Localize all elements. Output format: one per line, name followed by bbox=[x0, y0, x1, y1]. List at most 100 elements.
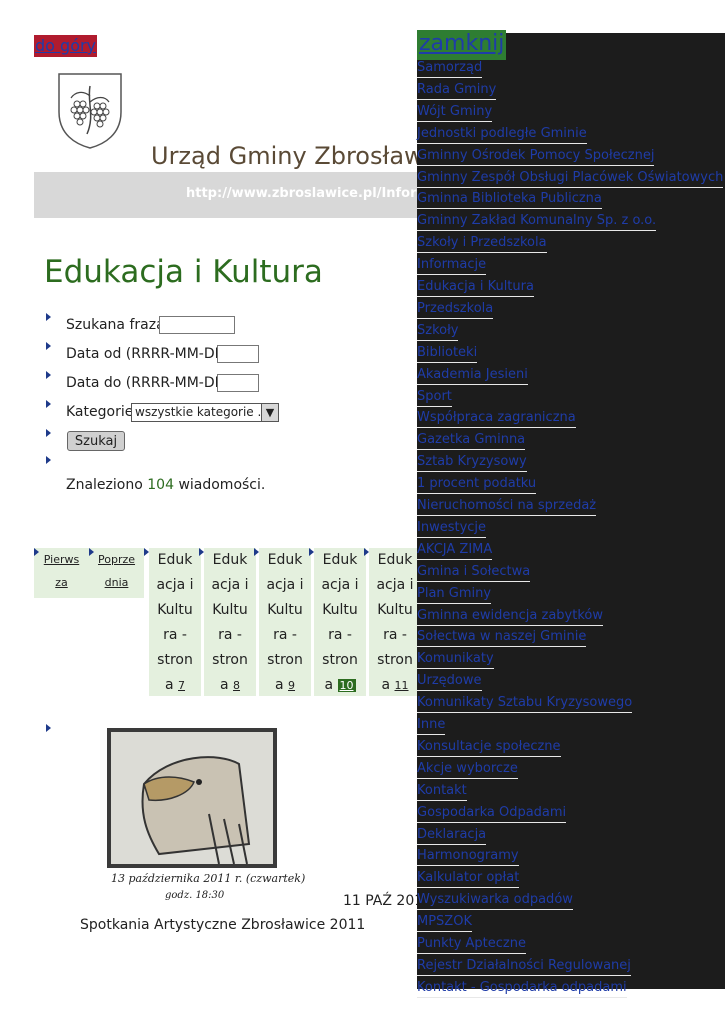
bullet-icon bbox=[89, 548, 94, 556]
page-link-label: Kultu bbox=[212, 602, 248, 618]
page-number[interactable]: 10 bbox=[337, 679, 356, 692]
menu-item[interactable]: Komunikaty Sztabu Kryzysowego bbox=[417, 693, 633, 714]
prev-page-label: Poprze bbox=[97, 553, 136, 566]
date-to-input[interactable] bbox=[217, 374, 259, 392]
menu-item[interactable]: Urzędowe bbox=[417, 671, 482, 692]
page-link-text: acja i bbox=[259, 573, 311, 598]
dropdown-arrow-icon: ▼ bbox=[261, 404, 278, 421]
page-link-label: Eduk bbox=[212, 552, 248, 568]
page-link-text: a 7 bbox=[149, 673, 201, 696]
page-link-text: ra - bbox=[259, 623, 311, 648]
page-link-text: acja i bbox=[149, 573, 201, 598]
page-link-text: ra - bbox=[149, 623, 201, 648]
bullet-icon bbox=[46, 456, 51, 464]
menu-item[interactable]: Przedszkola bbox=[417, 299, 494, 319]
menu-item[interactable]: Gospodarka Odpadami bbox=[417, 803, 567, 823]
date-from-input[interactable] bbox=[217, 345, 259, 363]
menu-item[interactable]: Rejestr Działalności Regulowanej bbox=[417, 956, 631, 976]
menu-item[interactable]: Gmina i Sołectwa bbox=[417, 562, 531, 582]
menu-item[interactable]: Współpraca zagraniczna bbox=[417, 408, 576, 429]
page-link-text: stron bbox=[314, 648, 366, 673]
page-link-text: a 9 bbox=[259, 673, 311, 696]
menu-item[interactable]: Samorząd bbox=[417, 58, 483, 78]
page-link[interactable]: Eduk acja i Kultu ra - stron a 9 bbox=[259, 548, 311, 696]
menu-item[interactable]: Inne bbox=[417, 715, 446, 735]
page-link[interactable]: Eduk acja i Kultu ra - stron a 7 bbox=[149, 548, 201, 696]
bullet-icon bbox=[46, 313, 51, 321]
menu-item[interactable]: Wójt Gminy bbox=[417, 102, 493, 122]
page-number[interactable]: 9 bbox=[288, 679, 295, 692]
menu-item[interactable]: Plan Gminy bbox=[417, 584, 492, 604]
page-link[interactable]: Eduk acja i Kultu ra - stron a 10 bbox=[314, 548, 366, 696]
menu-item[interactable]: Gazetka Gminna bbox=[417, 430, 526, 451]
menu-item[interactable]: Szkoły bbox=[417, 321, 459, 341]
page-link-text: stron bbox=[259, 648, 311, 673]
back-to-top-link[interactable]: do góry bbox=[34, 35, 98, 57]
menu-item[interactable]: Edukacja i Kultura bbox=[417, 277, 534, 297]
page-link-label: ra - bbox=[273, 627, 297, 643]
menu-item[interactable]: Komunikaty bbox=[417, 649, 494, 670]
page-link-label: acja i bbox=[156, 577, 194, 593]
menu-item[interactable]: Nieruchomości na sprzedaż bbox=[417, 496, 597, 516]
page-number[interactable]: 8 bbox=[233, 679, 240, 692]
page-link-label: Eduk bbox=[377, 552, 413, 568]
menu-item[interactable]: AKCJA ZIMA bbox=[417, 540, 493, 560]
menu-item[interactable]: Punkty Apteczne bbox=[417, 934, 526, 954]
menu-item[interactable]: Akcje wyborcze bbox=[417, 759, 518, 779]
menu-item[interactable]: Rada Gminy bbox=[417, 80, 497, 100]
page-link-text: acja i bbox=[314, 573, 366, 598]
menu-item[interactable]: Sport bbox=[417, 387, 452, 407]
page-link-label: acja i bbox=[376, 577, 414, 593]
menu-item[interactable]: Informacje bbox=[417, 255, 487, 276]
menu-item[interactable]: Konsultacje społeczne bbox=[417, 737, 561, 757]
phrase-label: Szukana fraza bbox=[66, 317, 165, 333]
menu-item[interactable]: Sołectwa w naszej Gminie bbox=[417, 627, 587, 648]
prev-page-link[interactable]: Poprze dnia bbox=[89, 548, 144, 598]
page-link-text: ra - bbox=[204, 623, 256, 648]
menu-item[interactable]: Gminna Biblioteka Publiczna bbox=[417, 189, 602, 210]
page-link-label: stron bbox=[377, 652, 413, 668]
menu-item[interactable]: Szkoły i Przedszkola bbox=[417, 233, 547, 254]
menu-item[interactable]: Kalkulator opłat bbox=[417, 868, 520, 889]
bullet-icon bbox=[46, 400, 51, 408]
search-button[interactable]: Szukaj bbox=[67, 431, 125, 451]
close-menu-button[interactable]: zamknij bbox=[417, 30, 507, 60]
bullet-icon bbox=[46, 429, 51, 437]
page-link-label: Kultu bbox=[377, 602, 413, 618]
page-link-text: stron bbox=[149, 648, 201, 673]
menu-item[interactable]: Deklaracja bbox=[417, 825, 487, 845]
results-prefix: Znaleziono bbox=[66, 477, 143, 493]
menu-item[interactable]: Biblioteki bbox=[417, 343, 478, 363]
bullet-icon bbox=[46, 724, 51, 732]
page-link-label: stron bbox=[267, 652, 303, 668]
menu-item[interactable]: Sztab Kryzysowy bbox=[417, 452, 527, 473]
menu-item[interactable]: Gminna ewidencja zabytków bbox=[417, 606, 603, 626]
pagination: Pierws za Poprze dnia Eduk acja i Kultu ra … bbox=[34, 548, 417, 696]
menu-item[interactable]: Gminny Ośrodek Pomocy Społecznej bbox=[417, 146, 655, 166]
menu-item[interactable]: Gminny Zakład Komunalny Sp. z o.o. bbox=[417, 211, 657, 232]
page-link-text: Kultu bbox=[149, 598, 201, 623]
menu-item[interactable]: Wyszukiwarka odpadów bbox=[417, 890, 573, 911]
search-phrase-input[interactable] bbox=[159, 316, 235, 334]
category-select[interactable]: wszystkie kategorie ... ▼ bbox=[131, 403, 279, 422]
menu-item[interactable]: Gminny Zespół Obsługi Placówek Oświatowy… bbox=[417, 168, 724, 188]
news-title[interactable]: Spotkania Artystyczne Zbrosławice 2011 bbox=[80, 917, 365, 933]
menu-item[interactable]: Jednostki podległe Gminie bbox=[417, 124, 587, 144]
page-link[interactable]: Eduk acja i Kultu ra - stron a 11 bbox=[369, 548, 417, 696]
first-page-label: za bbox=[55, 576, 68, 589]
page-link-text: Eduk bbox=[314, 548, 366, 573]
menu-item[interactable]: MPSZOK bbox=[417, 912, 472, 933]
menu-item[interactable]: Akademia Jesieni bbox=[417, 365, 528, 385]
page-number[interactable]: 7 bbox=[178, 679, 185, 692]
bullet-icon bbox=[254, 548, 259, 556]
page-link[interactable]: Eduk acja i Kultu ra - stron a 8 bbox=[204, 548, 256, 696]
bullet-icon bbox=[46, 342, 51, 350]
menu-item[interactable]: Inwestycje bbox=[417, 518, 487, 538]
menu-item[interactable]: Kontakt - Gospodarka odpadami bbox=[417, 978, 627, 998]
page-number[interactable]: 11 bbox=[395, 679, 409, 692]
menu-item[interactable]: 1 procent podatku bbox=[417, 474, 537, 495]
first-page-link[interactable]: Pierws za bbox=[34, 548, 89, 598]
menu-item[interactable]: Harmonogramy bbox=[417, 846, 519, 867]
page-link-label: a bbox=[324, 677, 334, 693]
menu-item[interactable]: Kontakt bbox=[417, 781, 467, 801]
